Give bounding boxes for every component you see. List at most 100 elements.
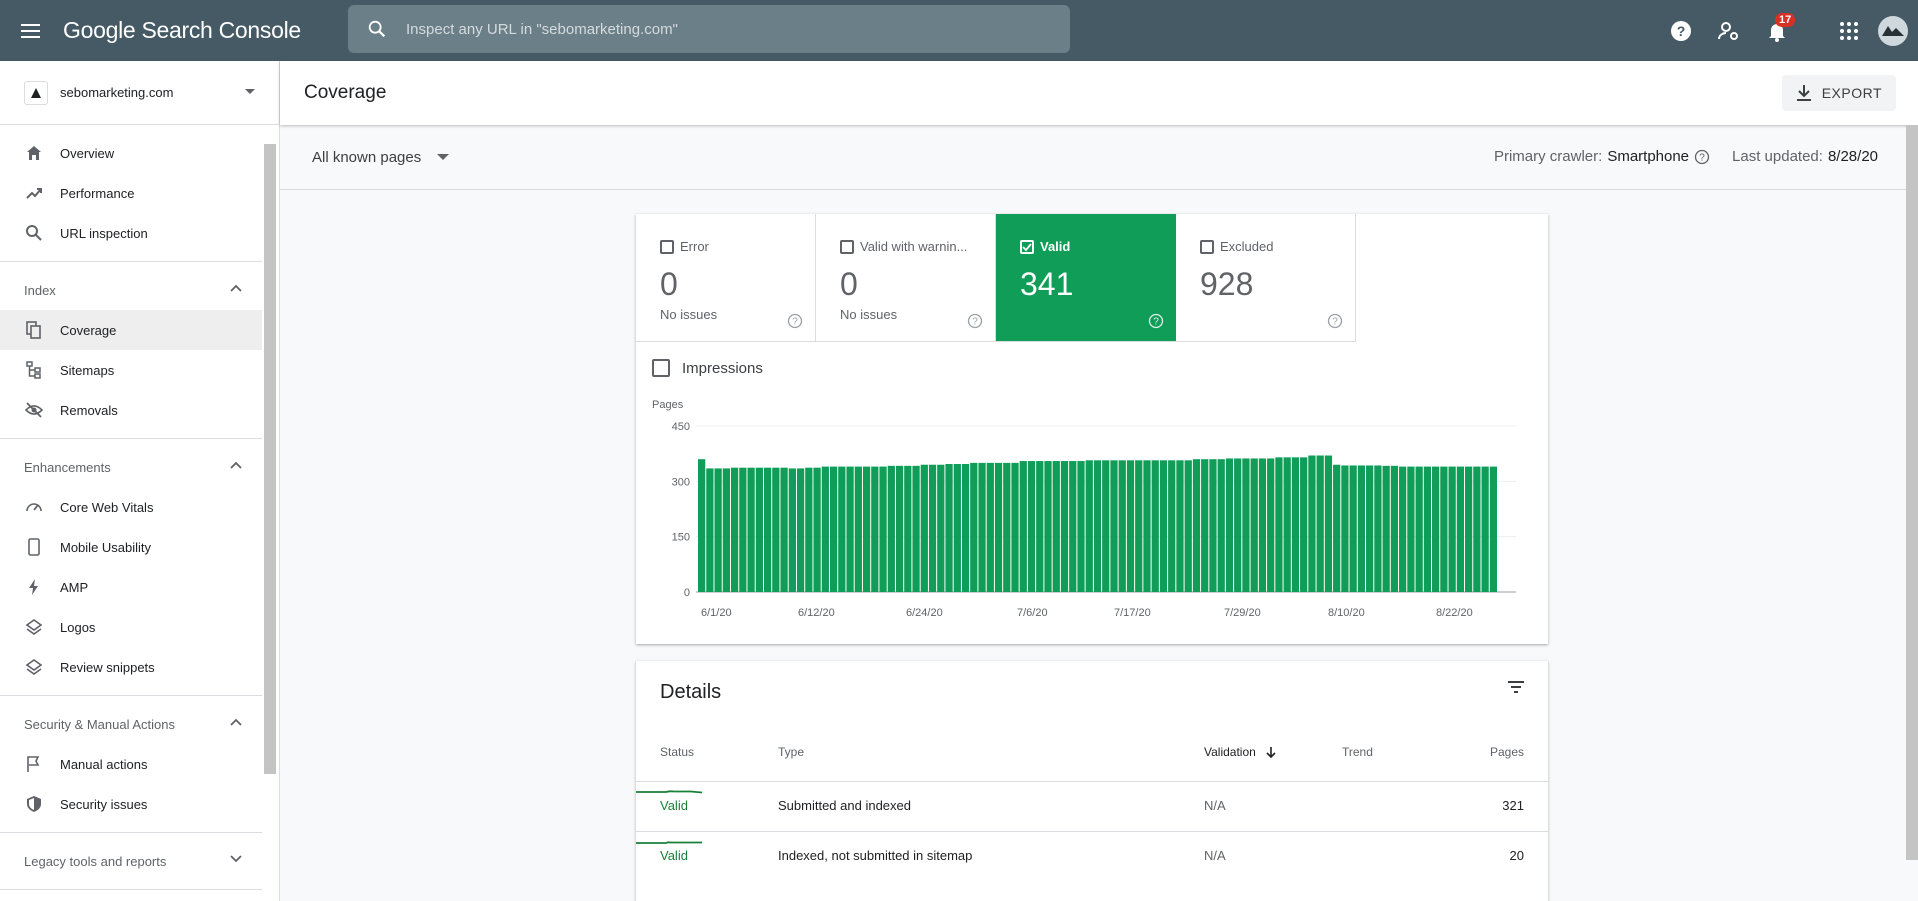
chart-bar[interactable] xyxy=(1052,461,1060,592)
chart-bar[interactable] xyxy=(1151,460,1159,592)
help-circle-icon[interactable]: ? xyxy=(967,313,983,329)
chart-bar[interactable] xyxy=(862,466,871,592)
col-type[interactable]: Type xyxy=(778,745,804,759)
chart-bar[interactable] xyxy=(1176,460,1184,592)
section-index[interactable]: Index xyxy=(0,270,262,310)
chart-bar[interactable] xyxy=(1060,461,1069,592)
chart-bar[interactable] xyxy=(961,463,970,592)
chart-bar[interactable] xyxy=(763,467,772,592)
chart-bar[interactable] xyxy=(780,467,788,592)
chart-bar[interactable] xyxy=(1201,459,1209,592)
user-settings-icon[interactable] xyxy=(1714,16,1744,46)
chart-bar[interactable] xyxy=(1399,466,1407,592)
chart-bar[interactable] xyxy=(846,466,854,592)
chart-bar[interactable] xyxy=(1489,466,1497,592)
chart-bar[interactable] xyxy=(1217,459,1225,592)
chart-bar[interactable] xyxy=(986,462,994,592)
url-inspect-input[interactable] xyxy=(406,20,1006,38)
chart-bar[interactable] xyxy=(772,467,780,592)
chart-bar[interactable] xyxy=(1357,465,1366,592)
col-validation[interactable]: Validation xyxy=(1204,745,1277,759)
chart-bar[interactable] xyxy=(928,464,937,592)
chart-bar[interactable] xyxy=(821,466,829,592)
chart-bar[interactable] xyxy=(1432,466,1440,592)
chart-bar[interactable] xyxy=(887,465,895,592)
chart-bar[interactable] xyxy=(1382,465,1390,592)
chart-bar[interactable] xyxy=(698,459,706,592)
chart-bar[interactable] xyxy=(912,465,920,592)
property-selector[interactable]: sebomarketing.com xyxy=(0,61,279,125)
chart-bar[interactable] xyxy=(937,464,945,592)
chart-bar[interactable] xyxy=(1341,465,1349,592)
chart-bar[interactable] xyxy=(978,462,986,592)
table-row[interactable]: Valid Indexed, not submitted in sitemap … xyxy=(636,831,1548,881)
col-trend[interactable]: Trend xyxy=(1342,745,1373,759)
chart-bar[interactable] xyxy=(871,466,879,592)
chart-bar[interactable] xyxy=(879,466,887,592)
help-circle-icon[interactable]: ? xyxy=(1148,313,1164,329)
chart-bar[interactable] xyxy=(755,467,763,592)
chart-bar[interactable] xyxy=(1143,460,1151,592)
sidebar-item-removals[interactable]: Removals xyxy=(0,390,262,430)
chart-bar[interactable] xyxy=(1135,460,1143,592)
help-icon[interactable]: ? xyxy=(1666,16,1696,46)
chart-bar[interactable] xyxy=(739,467,747,592)
chart-bar[interactable] xyxy=(945,463,953,592)
chart-bar[interactable] xyxy=(722,468,730,592)
chart-bar[interactable] xyxy=(1291,457,1300,592)
chart-bar[interactable] xyxy=(854,466,862,592)
chart-bar[interactable] xyxy=(1093,460,1102,592)
chart-bar[interactable] xyxy=(1027,461,1036,592)
col-status[interactable]: Status xyxy=(660,745,694,759)
sidebar-item-security-issues[interactable]: Security issues xyxy=(0,784,262,824)
chart-bar[interactable] xyxy=(904,465,912,592)
sidebar-item-review-snippets[interactable]: Review snippets xyxy=(0,647,262,687)
chart-bar[interactable] xyxy=(1003,462,1011,592)
section-enhancements[interactable]: Enhancements xyxy=(0,447,262,487)
chart-bar[interactable] xyxy=(1275,457,1283,592)
main-scrollbar[interactable] xyxy=(1906,125,1918,860)
chart-bar[interactable] xyxy=(1456,466,1465,592)
chart-bar[interactable] xyxy=(1390,465,1399,592)
chart-bar[interactable] xyxy=(1448,466,1456,592)
chart-bar[interactable] xyxy=(747,467,755,592)
chart-bar[interactable] xyxy=(1250,458,1258,592)
chart-bar[interactable] xyxy=(796,468,805,592)
chart-bar[interactable] xyxy=(1415,466,1423,592)
chart-bar[interactable] xyxy=(1473,466,1481,592)
tile-valid[interactable]: Valid 341 ? xyxy=(996,214,1176,342)
export-button[interactable]: EXPORT xyxy=(1781,75,1896,111)
known-pages-dropdown[interactable]: All known pages xyxy=(312,149,450,166)
chart-bar[interactable] xyxy=(994,462,1003,592)
chart-bar[interactable] xyxy=(813,467,821,592)
sidebar-item-url-inspection[interactable]: URL inspection xyxy=(0,213,262,253)
chart-bar[interactable] xyxy=(970,462,978,592)
section-security-manual-actions[interactable]: Security & Manual Actions xyxy=(0,704,262,744)
url-inspect-search[interactable] xyxy=(348,5,1070,53)
chart-bar[interactable] xyxy=(1069,461,1077,592)
sidebar-item-overview[interactable]: Overview xyxy=(0,133,262,173)
chart-bar[interactable] xyxy=(1242,458,1250,592)
chart-bar[interactable] xyxy=(1044,461,1052,592)
sidebar-scrollbar[interactable] xyxy=(264,144,276,774)
chart-bar[interactable] xyxy=(1258,458,1267,592)
app-brand[interactable]: Google Search Console xyxy=(63,17,301,44)
chart-bar[interactable] xyxy=(1168,460,1176,592)
chart-bar[interactable] xyxy=(1333,464,1341,592)
chart-bar[interactable] xyxy=(1465,466,1473,592)
sidebar-item-coverage[interactable]: Coverage xyxy=(0,310,262,350)
chart-bar[interactable] xyxy=(1366,465,1374,592)
chart-bar[interactable] xyxy=(1324,455,1333,592)
chart-bar[interactable] xyxy=(953,463,961,592)
chart-bar[interactable] xyxy=(838,466,846,592)
filter-list-icon[interactable] xyxy=(1506,679,1526,695)
chart-bar[interactable] xyxy=(1209,459,1217,592)
chart-bar[interactable] xyxy=(829,466,838,592)
help-circle-icon[interactable]: ? xyxy=(787,313,803,329)
chart-bar[interactable] xyxy=(1102,460,1110,592)
chart-bar[interactable] xyxy=(1407,466,1415,592)
chart-bar[interactable] xyxy=(1085,460,1093,592)
notifications-bell-icon[interactable]: 17 xyxy=(1762,12,1796,46)
chart-bar[interactable] xyxy=(920,464,928,592)
sidebar-item-amp[interactable]: AMP xyxy=(0,567,262,607)
